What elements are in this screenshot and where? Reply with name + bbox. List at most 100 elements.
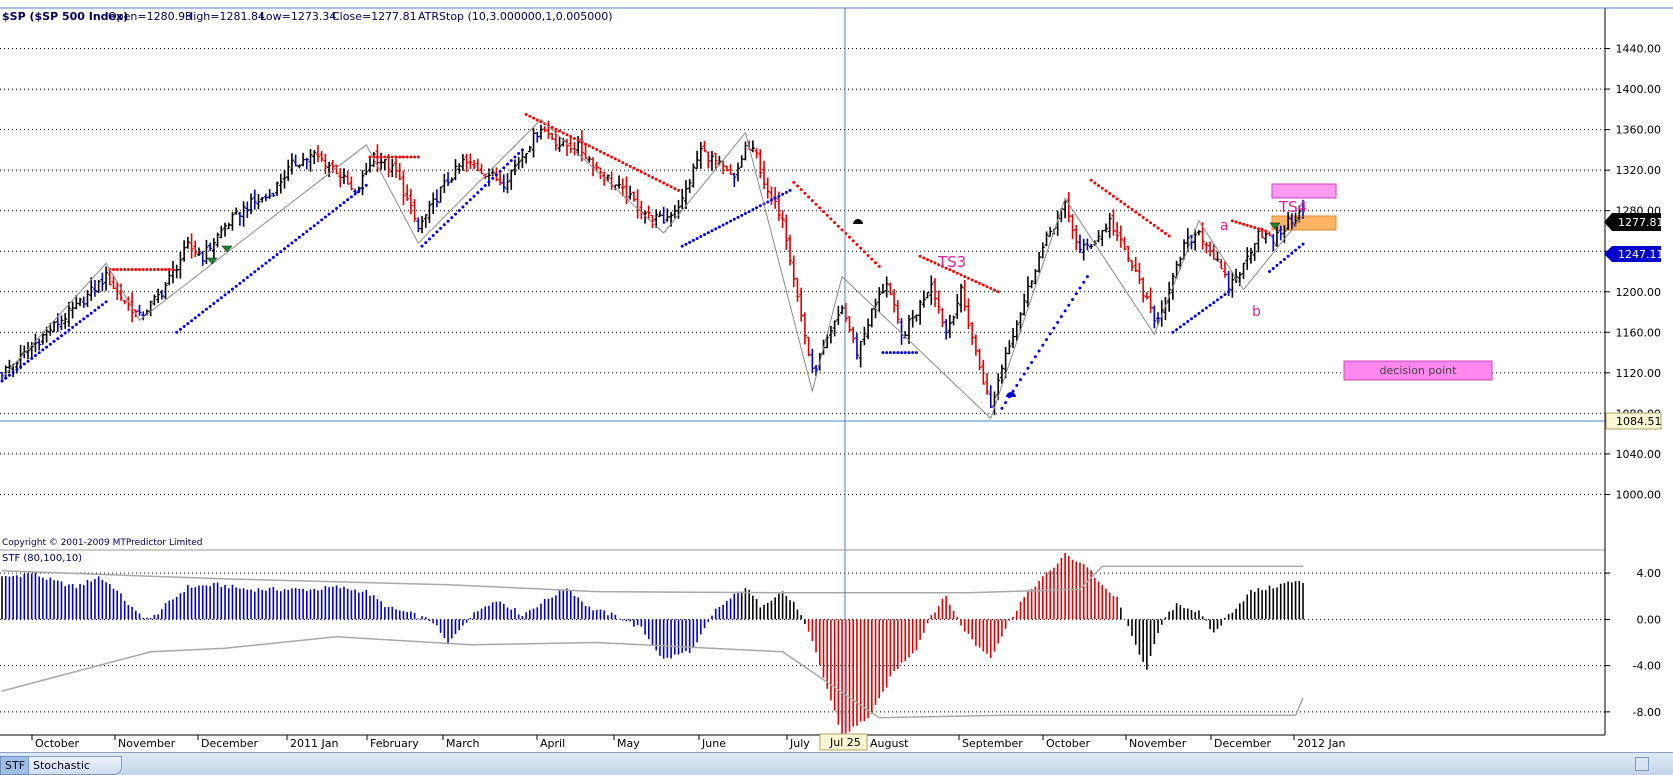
atr-stop-dot — [784, 190, 788, 194]
atr-stop-dot — [204, 307, 208, 311]
atr-stop-dot — [494, 173, 498, 177]
atr-stop-dot — [565, 133, 569, 137]
atr-stop-dot — [383, 155, 387, 159]
atr-stop-dot — [1294, 248, 1298, 252]
atr-stop-dot — [866, 253, 870, 257]
atr-stop-dot — [1119, 200, 1123, 204]
atr-stop-dot — [249, 273, 253, 277]
atr-stop-dot — [1089, 178, 1093, 182]
atr-stop-dot — [992, 288, 996, 292]
atr-stop-dot — [848, 235, 852, 239]
stf-tick-label: -4.00 — [1633, 660, 1661, 673]
atr-stop-dot — [1282, 257, 1286, 261]
atr-stop-dot — [1216, 298, 1220, 302]
atr-stop-dot — [1000, 406, 1004, 410]
atr-stop-dot — [398, 155, 402, 159]
atr-stop-dot — [312, 224, 316, 228]
atr-stop-dot — [465, 201, 469, 205]
atr-stop-dot — [379, 155, 383, 159]
atr-stop-dot — [283, 247, 287, 251]
atr-stop-dot — [881, 351, 885, 355]
atr-stop-dot — [89, 311, 93, 315]
atr-stop-dot — [30, 356, 34, 360]
atr-stop-dot — [914, 351, 918, 355]
atr-stop-dot — [621, 161, 625, 165]
atr-stop-dot — [740, 213, 744, 217]
crosshair-date-tag: Jul 25 — [819, 733, 868, 751]
atr-stop-dot — [1071, 297, 1075, 301]
atr-stop-dot — [922, 256, 926, 260]
atr-stop-dot — [364, 183, 368, 187]
atr-stop-dot — [587, 144, 591, 148]
atr-stop-dot — [1286, 254, 1290, 258]
atr-stop-dot — [903, 351, 907, 355]
scroll-button[interactable] — [1635, 757, 1649, 771]
atr-stop-dot — [45, 345, 49, 349]
atr-stop-dot — [41, 348, 45, 352]
time-tick-label: 2012 Jan — [1297, 737, 1345, 750]
atr-stop-dot — [48, 342, 52, 346]
atr-stop-dot — [755, 206, 759, 210]
atr-stop-dot — [628, 164, 632, 168]
atr-stop-dot — [520, 148, 524, 152]
annotation-ts4: TS4 — [1278, 198, 1307, 216]
time-tick-label: December — [201, 737, 259, 750]
atr-stop-dot — [63, 331, 67, 335]
atr-stop-dot — [703, 233, 707, 237]
atr-stop-dot — [1022, 372, 1026, 376]
price-tick-label: 1160.00 — [1616, 326, 1662, 339]
atr-stop-dot — [290, 241, 294, 245]
atr-stop-dot — [814, 202, 818, 206]
price-tick-label: 1120.00 — [1616, 367, 1662, 380]
atr-stop-dot — [1234, 220, 1238, 224]
atr-stop-dot — [301, 232, 305, 236]
atr-stop-dot — [513, 155, 517, 159]
atr-stop-dot — [394, 155, 398, 159]
indicator-tab-bar: STF Stochastic — [0, 752, 1673, 775]
atr-stop-dot — [509, 159, 513, 163]
atr-stop-dot — [468, 198, 472, 202]
price-tick-label: 1320.00 — [1616, 164, 1662, 177]
atr-stop-dot — [695, 236, 699, 240]
atr-stop-dot — [327, 212, 331, 216]
atr-stop-dot — [1242, 222, 1246, 226]
price-tick-label: 1440.00 — [1616, 43, 1662, 56]
atr-stop-dot — [1097, 184, 1101, 188]
atr-stop-dot — [342, 201, 346, 205]
atr-stop-dot — [1018, 378, 1022, 382]
atr-stop-dot — [453, 212, 457, 216]
atr-stop-dot — [691, 238, 695, 242]
price-tick-label: 1360.00 — [1616, 124, 1662, 137]
atr-stop-dot — [409, 155, 413, 159]
atr-stop-dot — [643, 172, 647, 176]
atr-stop-dot — [297, 235, 301, 239]
atr-stop-dot — [286, 244, 290, 248]
atr-stop-dot — [677, 188, 681, 192]
atr-stop-dot — [349, 195, 353, 199]
atr-stop-dot — [684, 242, 688, 246]
atr-stop-dot — [401, 155, 405, 159]
atr-stop-dot — [966, 276, 970, 280]
atr-stop-dot — [662, 181, 666, 185]
atr-stop-dot — [524, 112, 528, 116]
tab-stochastic[interactable]: Stochastic — [28, 756, 122, 775]
atr-stop-dot — [1141, 215, 1145, 219]
atr-stop-dot — [1082, 280, 1086, 284]
atr-stop-dot — [955, 271, 959, 275]
atr-stop-dot — [572, 137, 576, 141]
atr-stop-dot — [59, 334, 63, 338]
atr-stop-dot — [112, 267, 116, 271]
atr-stop-dot — [1178, 325, 1182, 329]
atr-stop-dot — [773, 196, 777, 200]
atr-stop-dot — [279, 250, 283, 254]
atr-stop-dot — [1227, 290, 1231, 294]
atr-stop-dot — [1256, 227, 1260, 231]
hline-price-tag-text: 1084.51 — [1616, 415, 1662, 428]
hline-price-tag: 1084.51 — [1605, 412, 1662, 430]
atr-stop-dot — [639, 170, 643, 174]
atr-stop-dot — [331, 209, 335, 213]
atr-stop-dot — [193, 316, 197, 320]
atr-stop-dot — [658, 179, 662, 183]
atr-stop-dot — [1033, 355, 1037, 359]
atr-stop-dot — [1052, 326, 1056, 330]
